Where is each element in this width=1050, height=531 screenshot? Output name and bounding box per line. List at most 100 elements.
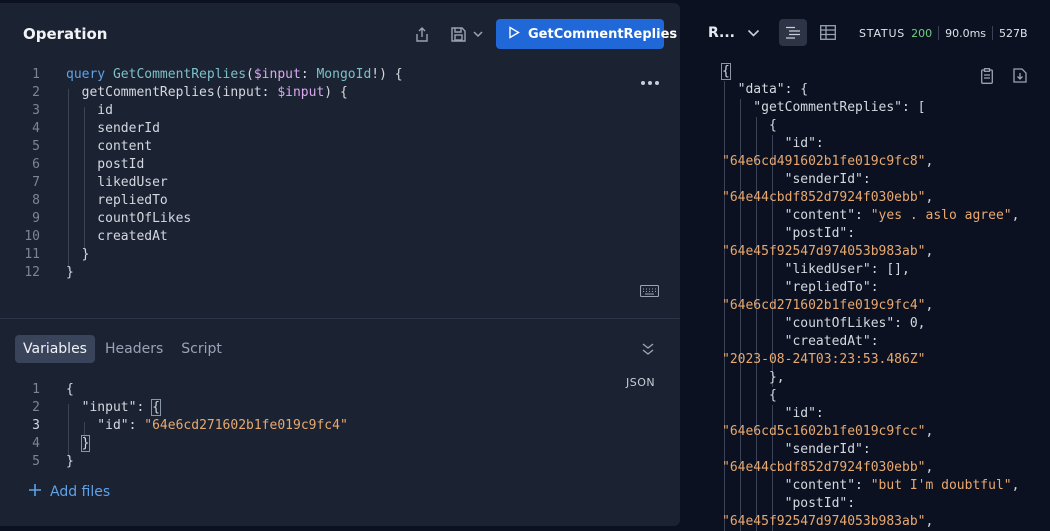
status-divider [938,26,940,40]
code-text: likedUser [66,174,167,192]
line-number: 3 [32,103,40,118]
keyboard-icon[interactable] [639,284,660,301]
code-token: "content": [722,478,871,493]
response-viewer[interactable]: { "data": { "getCommentReplies": [ { "id… [680,63,1050,531]
code-token: : [300,67,317,82]
code-token: content [66,139,153,154]
line-number: 10 [24,229,40,244]
code-token: , [925,298,934,313]
list-view-icon[interactable] [779,19,807,46]
code-text: "id": "64e6cd271602b1fe019c9fc4" [66,417,347,435]
code-token: , [925,514,934,529]
chevron-down-icon[interactable] [468,22,488,46]
line-number: 1 [32,382,40,397]
code-token: "64e45f92547d974053b983ab" [722,514,926,529]
chevron-down-icon[interactable] [747,25,760,44]
code-text: query GetCommentReplies($input: MongoId!… [66,66,403,84]
code-text: } [66,453,74,471]
code-text: content [66,138,152,156]
code-token: "content": [722,208,871,223]
response-line: "countOfLikes": 0, [722,315,926,333]
line-number: 4 [32,121,40,136]
code-token: "postId": [722,226,856,241]
code-token: "data": { [722,82,809,97]
code-line: 2 getCommentReplies(input: $input) { [0,84,660,102]
status-code: 200 [911,26,933,40]
response-line: "content": "yes . aslo agree", [722,207,1020,225]
code-text: countOfLikes [66,210,191,228]
variables-editor[interactable]: 1{2 "input": {3 "id": "64e6cd271602b1fe0… [0,378,680,478]
line-number: 2 [32,85,40,100]
code-token: countOfLikes [66,211,192,226]
add-files-button[interactable]: Add files [28,483,110,501]
code-token: "64e6cd491602b1fe019c9fc8" [722,154,926,169]
code-token: !) { [371,67,403,82]
run-operation-label: GetCommentReplies [528,26,678,42]
response-time: 90.0ms [945,26,987,40]
line-number: 1 [32,67,40,82]
code-text: } [66,264,74,282]
code-token: "64e6cd5c1602b1fe019c9fcc" [722,424,926,439]
code-token: "64e44cbdf852d7924f030ebb" [722,460,926,475]
response-line: "postId": [722,495,855,513]
code-token: "64e44cbdf852d7924f030ebb" [722,190,926,205]
code-line: 4 senderId [0,120,660,138]
code-token: }, [722,370,785,385]
code-token: } [66,265,74,280]
table-view-icon[interactable] [814,19,842,46]
response-title[interactable]: R... [708,25,735,41]
share-icon[interactable] [410,22,434,46]
code-token: "createdAt": [722,334,879,349]
code-line: 8 repliedTo [0,192,660,210]
code-text: createdAt [66,228,167,246]
tab-script[interactable]: Script [173,335,230,363]
code-line: 2 "input": { [0,399,660,417]
tab-headers[interactable]: Headers [97,335,171,363]
response-line: "senderId": [722,171,871,189]
code-token: ( [246,67,254,82]
code-token: "senderId": [722,172,871,187]
code-token: } [80,435,91,452]
code-line: 11 } [0,246,660,264]
code-text: id [66,102,113,120]
code-token: { [722,388,777,403]
line-number: 9 [32,211,40,226]
response-line: "id": [722,405,824,423]
line-number: 5 [32,454,40,469]
code-line: 6 postId [0,156,660,174]
code-text: } [66,246,90,264]
status-divider [992,26,994,40]
code-token: , [925,460,934,475]
response-line: "postId": [722,225,855,243]
collapse-icon[interactable] [641,341,655,360]
code-token: , [925,154,934,169]
code-line: 9 countOfLikes [0,210,660,228]
response-line: "data": { [722,81,808,99]
play-icon [508,25,520,43]
code-text: { [66,381,74,399]
response-line: "2023-08-24T03:23:53.486Z" [722,351,926,369]
line-number: 6 [32,157,40,172]
code-line: 4 } [0,435,660,453]
code-token: "postId": [722,496,856,511]
code-token: "id": [722,406,824,421]
code-token: "id": [722,136,824,151]
operation-panel: Operation GetCommentReplies 1 query GetC… [0,3,680,526]
save-icon[interactable] [446,22,470,46]
tab-variables[interactable]: Variables [15,335,95,363]
line-number: 2 [32,400,40,415]
code-token: "id": [66,418,145,433]
line-number: 11 [24,247,40,262]
code-text: postId [66,156,144,174]
add-files-label: Add files [50,484,111,500]
code-token: "but I'm doubtful" [870,478,1012,493]
run-operation-button[interactable]: GetCommentReplies [496,19,677,49]
code-token: "repliedTo": [722,280,879,295]
response-line: { [722,117,777,135]
code-line: 10 createdAt [0,228,660,246]
response-status: STATUS 200 90.0ms 527B [859,26,1028,40]
query-editor[interactable]: 1 query GetCommentReplies($input: MongoId… [0,63,680,313]
code-token: "senderId": [722,442,871,457]
line-number: 8 [32,193,40,208]
code-token: "getCommentReplies": [ [722,100,926,115]
